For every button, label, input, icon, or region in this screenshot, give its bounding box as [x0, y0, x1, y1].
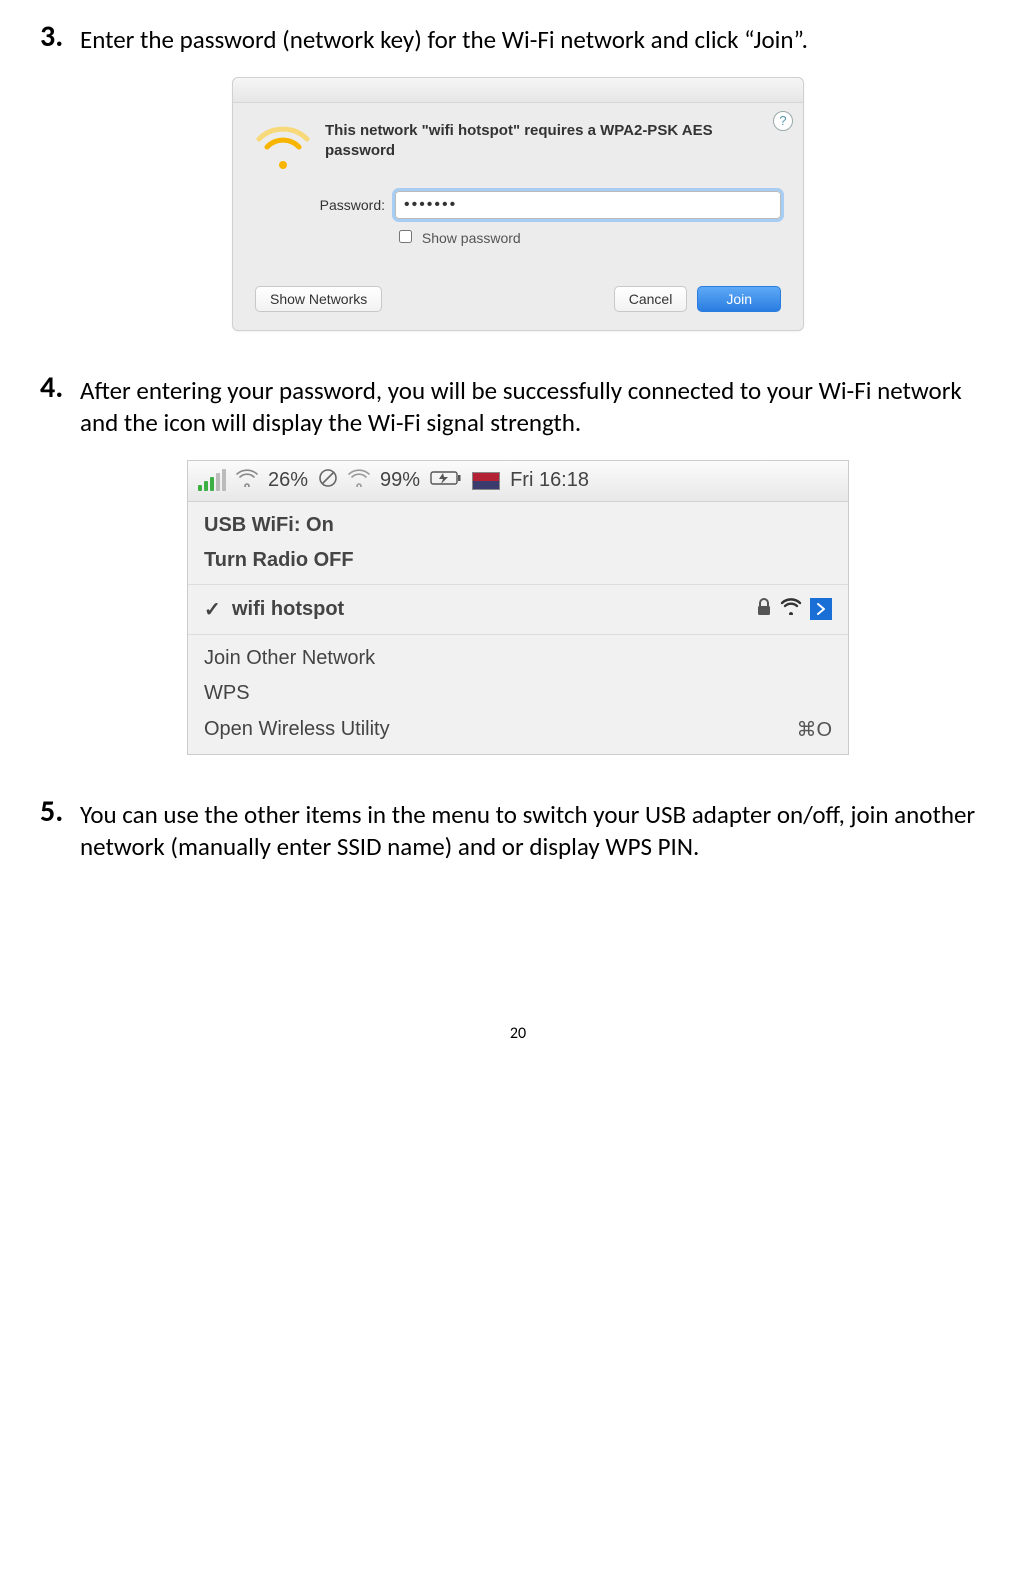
percent-2: 99% [380, 469, 420, 492]
connected-network-name: wifi hotspot [232, 598, 344, 621]
turn-radio-off[interactable]: Turn Radio OFF [188, 543, 848, 578]
wifi-dropdown: USB WiFi: On Turn Radio OFF ✓ wifi hotsp… [188, 502, 848, 754]
percent-1: 26% [268, 469, 308, 492]
join-other-network[interactable]: Join Other Network [188, 641, 848, 676]
step-text: Enter the password (network key) for the… [80, 20, 808, 57]
step-text: After entering your password, you will b… [80, 371, 996, 440]
battery-charging-icon [430, 469, 462, 492]
wifi-icon [255, 121, 311, 169]
wifi-password-dialog-screenshot: ? This network "wifi hotspot" requires a… [40, 77, 996, 331]
step-4: 4. After entering your password, you wil… [40, 371, 996, 440]
wifi-empty-icon [348, 469, 370, 493]
wps-item[interactable]: WPS [188, 676, 848, 711]
join-button[interactable]: Join [697, 286, 781, 312]
lock-icon [756, 598, 772, 621]
step-text: You can use the other items in the menu … [80, 795, 996, 864]
page-number: 20 [40, 1024, 996, 1043]
wifi-menu-screenshot: 26% 99% Fri 16:18 USB WiFi: On [40, 460, 996, 755]
step-number: 5. [40, 795, 68, 828]
clock: Fri 16:18 [510, 469, 589, 492]
menubar: 26% 99% Fri 16:18 [188, 461, 848, 502]
wifi-password-dialog: ? This network "wifi hotspot" requires a… [232, 77, 804, 331]
wifi-outline-icon [236, 469, 258, 493]
show-password-checkbox[interactable]: Show password [395, 230, 521, 246]
checkmark-icon: ✓ [204, 597, 222, 622]
open-wireless-utility[interactable]: Open Wireless Utility ⌘O [188, 711, 848, 748]
flag-us-icon [472, 472, 500, 490]
step-5: 5. You can use the other items in the me… [40, 795, 996, 864]
keyboard-shortcut: ⌘O [796, 717, 832, 742]
step-number: 4. [40, 371, 68, 404]
password-label: Password: [255, 197, 385, 213]
dialog-titlebar [233, 78, 803, 103]
dialog-title: This network "wifi hotspot" requires a W… [325, 121, 781, 162]
show-networks-button[interactable]: Show Networks [255, 286, 382, 312]
do-not-disturb-icon [318, 468, 338, 494]
password-input[interactable] [395, 191, 781, 219]
step-3: 3. Enter the password (network key) for … [40, 20, 996, 57]
wifi-menu: 26% 99% Fri 16:18 USB WiFi: On [187, 460, 849, 755]
show-password-input[interactable] [399, 230, 412, 243]
help-icon[interactable]: ? [773, 111, 793, 131]
show-password-label: Show password [422, 230, 521, 246]
cancel-button[interactable]: Cancel [614, 286, 688, 312]
signal-bars-icon [198, 471, 226, 491]
wifi-signal-icon [780, 597, 802, 621]
step-number: 3. [40, 20, 68, 53]
connected-network-item[interactable]: ✓ wifi hotspot [188, 591, 848, 628]
chevron-right-icon[interactable] [810, 598, 832, 620]
wifi-status-title: USB WiFi: On [188, 508, 848, 543]
